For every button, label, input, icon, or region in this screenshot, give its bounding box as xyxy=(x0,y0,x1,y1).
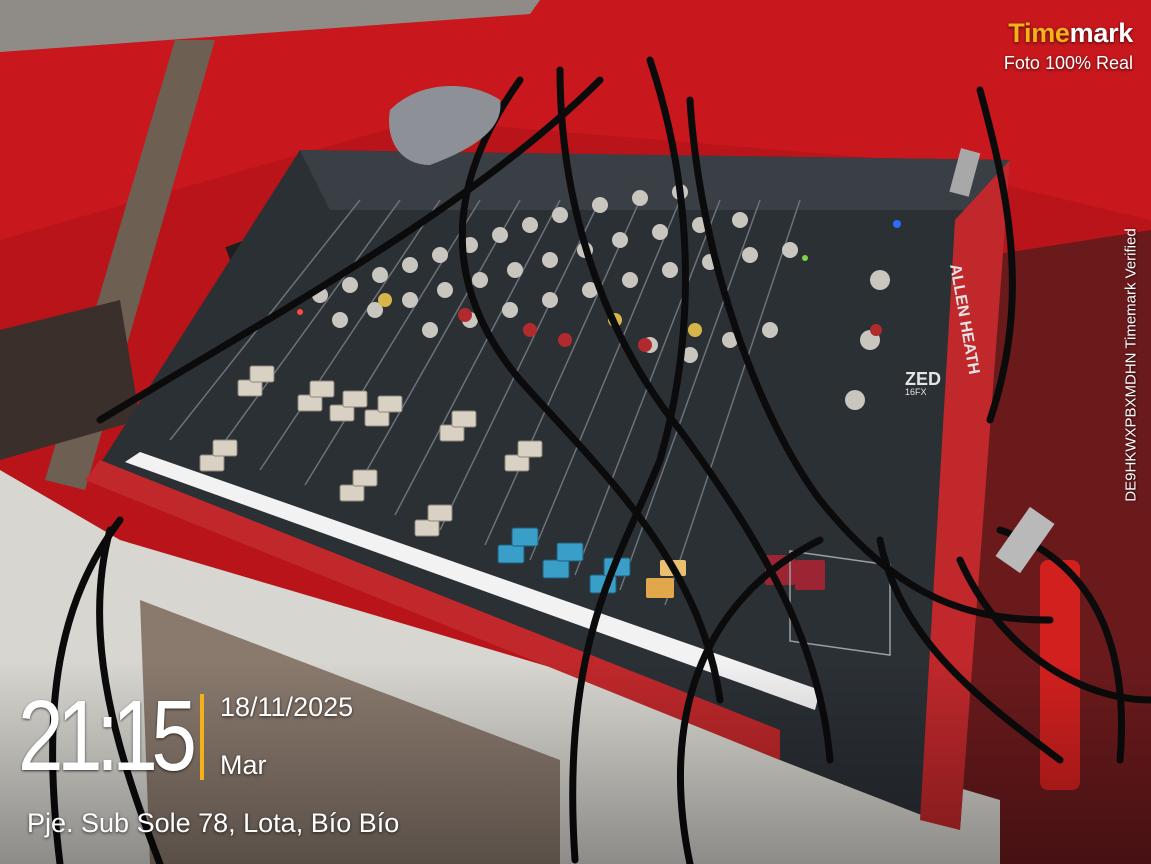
svg-text:16FX: 16FX xyxy=(905,387,927,397)
stamp-time: 21:15 xyxy=(18,680,197,792)
stamp-date: 18/11/2025 xyxy=(220,692,354,722)
stamp-divider xyxy=(200,694,204,780)
brand-time: Time xyxy=(1008,18,1070,48)
mixer-model-text: ZED xyxy=(905,369,941,389)
brand-tagline: Foto 100% Real xyxy=(1003,53,1133,73)
verification-code: DE9HKWXPBXMDHN Timemark Verified xyxy=(1122,228,1140,502)
brand-mark: mark xyxy=(1069,18,1134,48)
stamp-weekday: Mar xyxy=(220,750,267,780)
stamp-location: Pje. Sub Sole 78, Lota, Bío Bío xyxy=(27,808,400,838)
timemark-logo: Timemark Foto 100% Real xyxy=(1004,18,1133,74)
